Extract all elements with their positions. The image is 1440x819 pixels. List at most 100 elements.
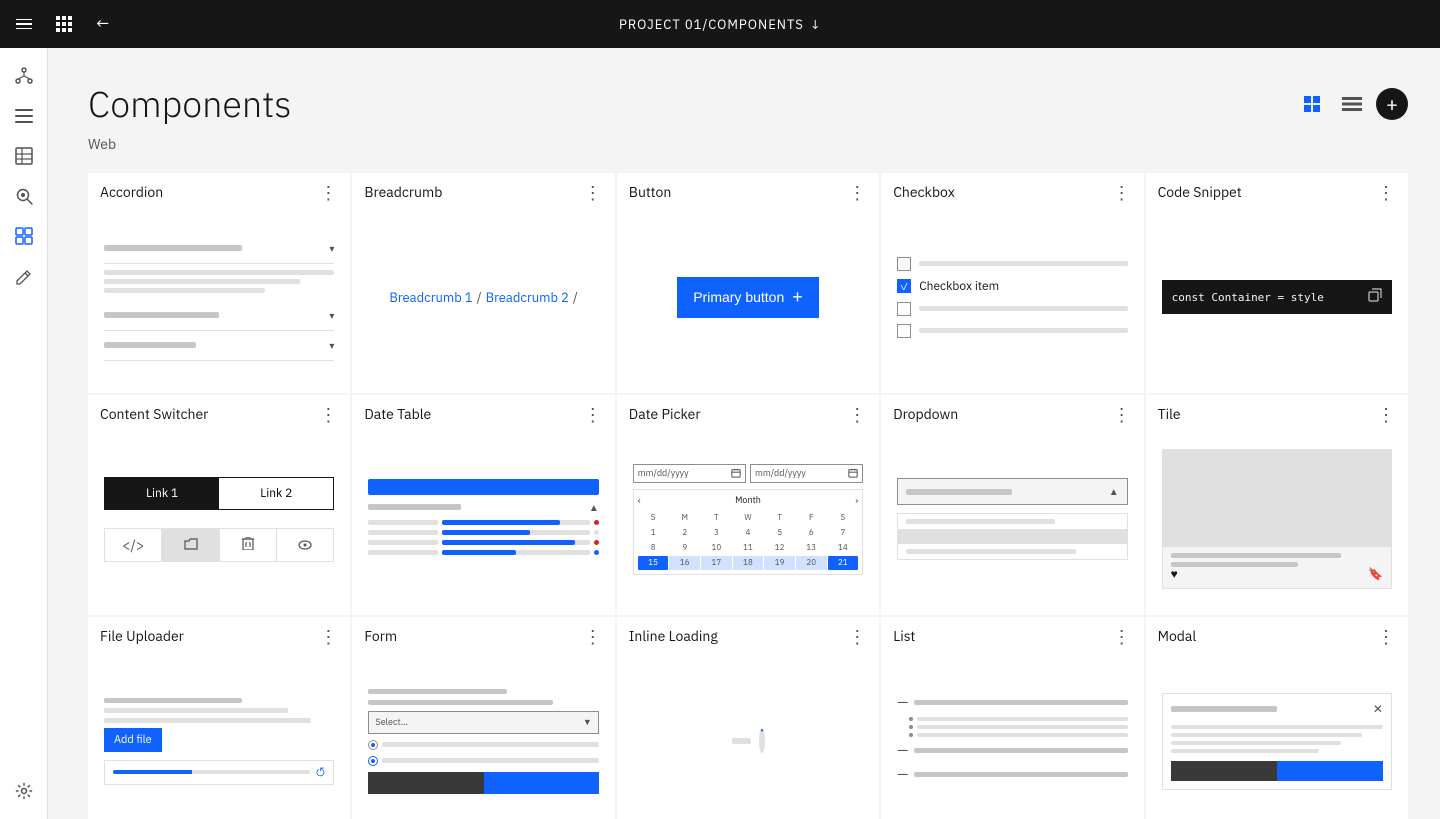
form-inner: Select... ▼ — [368, 689, 598, 794]
copy-icon[interactable] — [1368, 288, 1382, 306]
dp-14[interactable]: 14 — [828, 541, 859, 555]
dd-item-2[interactable] — [898, 529, 1126, 544]
card-menu-date-table[interactable]: ⋮ — [584, 410, 603, 419]
card-menu-dropdown[interactable]: ⋮ — [1113, 410, 1132, 419]
dp-next[interactable]: › — [855, 494, 858, 507]
dp-input-2[interactable]: mm/dd/yyyy — [750, 464, 863, 483]
menu-button[interactable] — [16, 19, 32, 30]
card-menu-date-picker[interactable]: ⋮ — [848, 410, 867, 419]
dp-9[interactable]: 9 — [669, 541, 700, 555]
dp-input-1[interactable]: mm/dd/yyyy — [633, 464, 746, 483]
dp-1[interactable]: 1 — [638, 526, 669, 540]
card-menu-breadcrumb[interactable]: ⋮ — [584, 188, 603, 197]
dp-15[interactable]: 15 — [638, 556, 669, 570]
modal-confirm-btn[interactable] — [1277, 761, 1383, 781]
dd-box[interactable]: ▲ — [897, 478, 1127, 505]
dp-13[interactable]: 13 — [796, 541, 827, 555]
cb-unchecked-3[interactable] — [897, 324, 911, 338]
card-menu-code-snippet[interactable]: ⋮ — [1377, 188, 1396, 197]
card-menu-form[interactable]: ⋮ — [584, 632, 603, 641]
card-menu-file-uploader[interactable]: ⋮ — [319, 632, 338, 641]
cs-tab-1[interactable]: Link 1 — [105, 478, 219, 509]
cs-icon-trash[interactable] — [220, 529, 277, 561]
cb-unchecked-2[interactable] — [897, 302, 911, 316]
component-card-modal: Modal ⋮ ✕ — [1146, 617, 1408, 819]
dp-day-4[interactable]: W — [733, 511, 764, 525]
dp-12[interactable]: 12 — [764, 541, 795, 555]
dp-7[interactable]: 7 — [828, 526, 859, 540]
cs-icon-eye[interactable] — [277, 529, 333, 561]
card-menu-accordion[interactable]: ⋮ — [319, 188, 338, 197]
sidebar-item-edit[interactable] — [8, 260, 40, 292]
bc-link-1[interactable]: Breadcrumb 1 — [389, 289, 472, 306]
cb-checked[interactable]: ✓ — [897, 279, 911, 293]
add-file-button[interactable]: Add file — [104, 728, 162, 752]
list-preview: — — [881, 653, 1143, 819]
card-menu-button[interactable]: ⋮ — [848, 188, 867, 197]
dp-day-7[interactable]: S — [828, 511, 859, 525]
dp-2[interactable]: 2 — [669, 526, 700, 540]
primary-button[interactable]: Primary button + — [677, 277, 819, 318]
card-menu-list[interactable]: ⋮ — [1113, 632, 1132, 641]
dp-21[interactable]: 21 — [828, 556, 859, 570]
dd-item-1[interactable] — [898, 514, 1126, 529]
cs-icon-code[interactable]: </> — [105, 529, 162, 561]
apps-button[interactable] — [56, 16, 72, 32]
dp-11[interactable]: 11 — [733, 541, 764, 555]
favorite-icon[interactable]: ♥ — [1171, 567, 1178, 582]
down-arrow-icon[interactable]: ↓ — [810, 16, 821, 33]
bc-link-2[interactable]: Breadcrumb 2 — [486, 289, 569, 306]
dp-day-2[interactable]: M — [669, 511, 700, 525]
cs-tab-2[interactable]: Link 2 — [219, 478, 333, 509]
dp-6[interactable]: 6 — [796, 526, 827, 540]
sidebar-item-search[interactable] — [8, 180, 40, 212]
dp-8[interactable]: 8 — [638, 541, 669, 555]
dp-day-3[interactable]: T — [701, 511, 732, 525]
tile-inner[interactable]: ♥ 🔖 — [1162, 449, 1392, 589]
card-menu-modal[interactable]: ⋮ — [1377, 632, 1396, 641]
sidebar-item-table[interactable] — [8, 140, 40, 172]
dp-19[interactable]: 19 — [764, 556, 795, 570]
back-button[interactable]: ← — [96, 14, 109, 34]
sidebar-item-hierarchy[interactable] — [8, 60, 40, 92]
form-select[interactable]: Select... ▼ — [368, 711, 598, 734]
dp-20[interactable]: 20 — [796, 556, 827, 570]
dp-day-1[interactable]: S — [638, 511, 669, 525]
sidebar-item-list[interactable] — [8, 100, 40, 132]
bookmark-icon[interactable]: 🔖 — [1368, 567, 1383, 582]
dp-day-5[interactable]: T — [764, 511, 795, 525]
dp-10[interactable]: 10 — [701, 541, 732, 555]
grid-view-button[interactable] — [1296, 88, 1328, 120]
dp-16[interactable]: 16 — [669, 556, 700, 570]
dp-17[interactable]: 17 — [701, 556, 732, 570]
form-submit-btn[interactable] — [484, 772, 599, 794]
dp-prev[interactable]: ‹ — [638, 494, 641, 507]
card-menu-content-switcher[interactable]: ⋮ — [319, 410, 338, 419]
form-radio-2[interactable] — [368, 756, 378, 766]
sidebar-item-components[interactable] — [8, 220, 40, 252]
form-cancel-btn[interactable] — [368, 772, 483, 794]
sidebar-item-settings[interactable] — [8, 775, 40, 807]
card-menu-checkbox[interactable]: ⋮ — [1113, 188, 1132, 197]
card-title-modal: Modal — [1158, 627, 1197, 645]
dp-month: Month — [735, 495, 761, 506]
add-component-button[interactable]: + — [1376, 88, 1408, 120]
form-radio-1[interactable] — [368, 740, 378, 750]
dp-day-6[interactable]: F — [796, 511, 827, 525]
modal-cancel-btn[interactable] — [1171, 761, 1277, 781]
cs-icon-folder[interactable] — [162, 529, 219, 561]
card-menu-inline-loading[interactable]: ⋮ — [848, 632, 867, 641]
dp-4[interactable]: 4 — [733, 526, 764, 540]
dp-3[interactable]: 3 — [701, 526, 732, 540]
card-menu-tile[interactable]: ⋮ — [1377, 410, 1396, 419]
list-dash-2: — — [897, 741, 908, 759]
dp-5[interactable]: 5 — [764, 526, 795, 540]
modal-close-icon[interactable]: ✕ — [1373, 702, 1383, 717]
dd-item-3[interactable] — [898, 544, 1126, 559]
card-header-form: Form ⋮ — [352, 617, 614, 653]
list-view-button[interactable] — [1336, 88, 1368, 120]
list-section-1: — — [897, 693, 1127, 711]
dp-18[interactable]: 18 — [733, 556, 764, 570]
cb-unchecked-1[interactable] — [897, 257, 911, 271]
app-body: Components + — [0, 48, 1440, 819]
